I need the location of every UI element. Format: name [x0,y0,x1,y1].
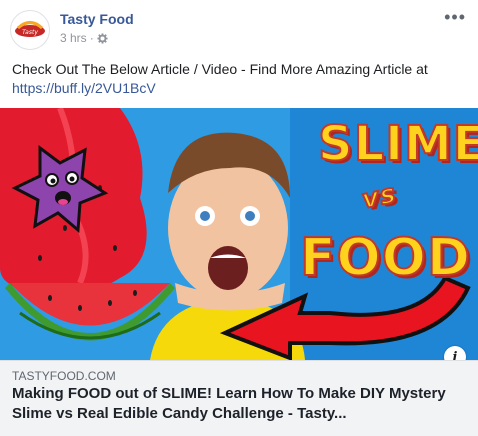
post-url-link[interactable]: https://buff.ly/2VU1BcV [12,80,156,96]
svg-text:Tasty: Tasty [22,29,38,36]
post-message: Check Out The Below Article / Video - Fi… [12,61,428,77]
gear-icon[interactable] [97,32,108,44]
link-preview-footer[interactable]: TASTYFOOD.COM Making FOOD out of SLIME! … [0,360,478,436]
thumbnail-title-bottom: FOOD [299,227,472,289]
tasty-food-logo: Tasty [15,21,45,37]
more-options-button[interactable]: ••• [444,8,466,26]
post-text: Check Out The Below Article / Video - Fi… [12,60,468,98]
page-avatar[interactable]: Tasty [10,10,50,50]
link-domain: TASTYFOOD.COM [12,369,116,383]
link-title[interactable]: Making FOOD out of SLIME! Learn How To M… [12,384,462,424]
post-timestamp[interactable]: 3 hrs [60,31,87,45]
link-preview-image[interactable]: SLIME vs FOOD [0,108,478,360]
facebook-post: Tasty Tasty Food 3 hrs · ••• Check Out T… [0,0,478,436]
post-meta: 3 hrs · [60,31,108,45]
thumbnail-title-top: SLIME [317,115,478,173]
page-name-link[interactable]: Tasty Food [60,11,134,27]
meta-separator: · [89,31,94,45]
